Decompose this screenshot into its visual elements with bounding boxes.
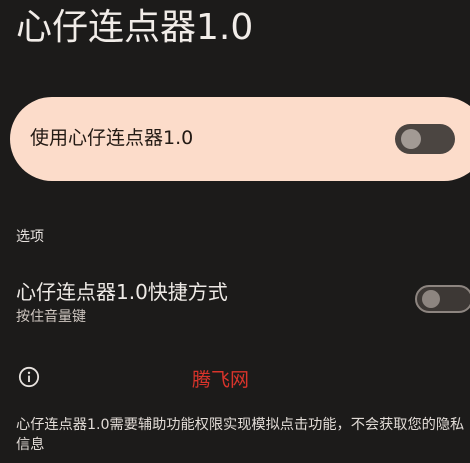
options-section-header: 选项 — [16, 229, 44, 245]
switch-thumb — [401, 129, 421, 149]
switch-thumb — [422, 290, 440, 308]
use-service-switch[interactable] — [395, 124, 455, 154]
use-service-toggle-row[interactable]: 使用心仔连点器1.0 — [10, 97, 470, 181]
watermark-text: 腾飞网 — [192, 369, 250, 391]
use-service-label: 使用心仔连点器1.0 — [30, 127, 194, 149]
permission-note: 心仔连点器1.0需要辅助功能权限实现模拟点击功能，不会获取您的隐私信息 — [16, 417, 465, 453]
page-title: 心仔连点器1.0 — [16, 7, 254, 48]
shortcut-switch[interactable] — [415, 285, 470, 313]
info-icon — [18, 366, 40, 388]
shortcut-subtitle: 按住音量键 — [16, 309, 86, 325]
shortcut-title: 心仔连点器1.0快捷方式 — [16, 280, 228, 304]
shortcut-toggle-row[interactable]: 心仔连点器1.0快捷方式 按住音量键 — [0, 272, 470, 332]
accessibility-settings-page: 心仔连点器1.0 使用心仔连点器1.0 选项 心仔连点器1.0快捷方式 按住音量… — [0, 0, 470, 463]
